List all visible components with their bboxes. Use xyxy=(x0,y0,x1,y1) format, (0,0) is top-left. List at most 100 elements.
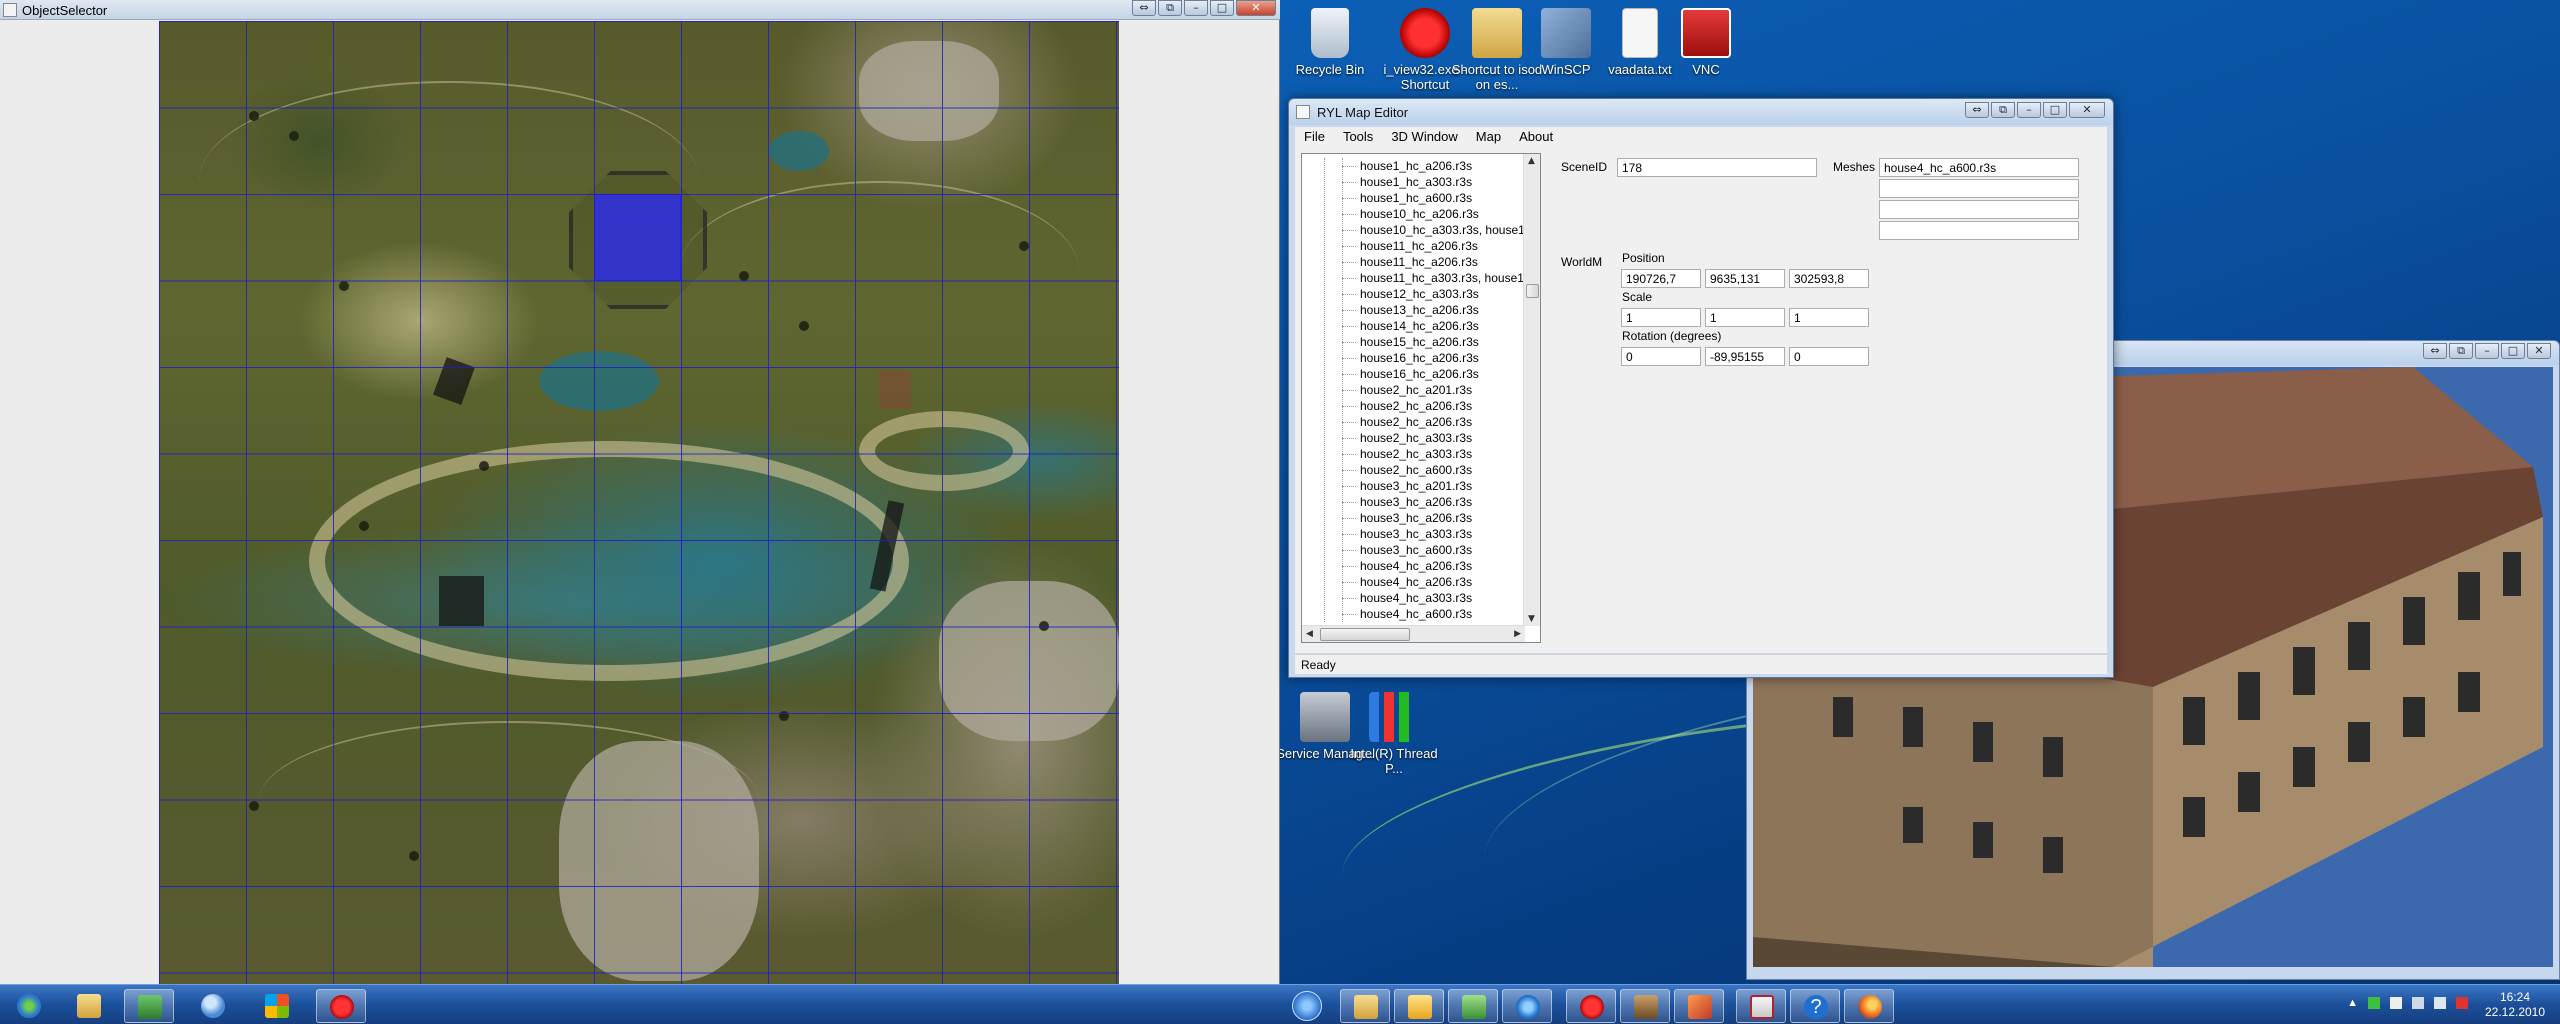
tree-item[interactable]: house15_hc_a206.r3s xyxy=(1302,334,1524,350)
pin-icon[interactable]: ⧉ xyxy=(1991,102,2015,118)
terrain-map[interactable] xyxy=(159,21,1119,984)
mesh-field-3[interactable] xyxy=(1879,200,2079,219)
menu-file[interactable]: File xyxy=(1295,127,1334,147)
scroll-left-icon[interactable]: ◀ xyxy=(1306,629,1313,639)
rotation-y-field[interactable]: -89,95155 xyxy=(1705,347,1785,366)
taskbar-users[interactable] xyxy=(188,989,238,1023)
scale-y-field[interactable]: 1 xyxy=(1705,308,1785,327)
tree-item[interactable]: house4_hc_a303.r3s xyxy=(1302,590,1524,606)
tree-item[interactable]: house11_hc_a206.r3s xyxy=(1302,254,1524,270)
taskbar-tools[interactable] xyxy=(1674,989,1724,1023)
taskbar-ie[interactable] xyxy=(1502,989,1552,1023)
taskbar-windows[interactable] xyxy=(252,989,302,1023)
tree-item[interactable]: house4_hc_a600.r3s xyxy=(1302,606,1524,622)
scroll-up-icon[interactable]: ▲ xyxy=(1528,156,1535,166)
tray-expand-icon[interactable]: ▲ xyxy=(2347,997,2358,1009)
object-selector-titlebar[interactable]: ObjectSelector ⇔ ⧉ – □ ✕ xyxy=(0,0,1280,20)
desktop-icon-recycle-bin[interactable]: Recycle Bin xyxy=(1280,8,1380,77)
tray-alert-icon[interactable] xyxy=(2456,997,2468,1009)
taskbar-firefox[interactable] xyxy=(1844,989,1894,1023)
taskbar-computer[interactable] xyxy=(124,989,174,1023)
tree-item[interactable]: house2_hc_a201.r3s xyxy=(1302,382,1524,398)
map-editor-window[interactable]: RYL Map Editor ⇔ ⧉ – □ ✕ File Tools 3D W… xyxy=(1288,98,2114,678)
tray-network-icon[interactable] xyxy=(2412,997,2424,1009)
start-button[interactable] xyxy=(4,989,54,1023)
scroll-thumb[interactable] xyxy=(1526,284,1539,298)
tree-item[interactable]: house3_hc_a206.r3s xyxy=(1302,494,1524,510)
mesh-field-2[interactable] xyxy=(1879,179,2079,198)
tree-item[interactable]: house2_hc_a303.r3s xyxy=(1302,446,1524,462)
scroll-down-icon[interactable]: ▼ xyxy=(1528,614,1535,624)
tree-vertical-scrollbar[interactable]: ▲ ▼ xyxy=(1523,154,1540,626)
minimize-icon[interactable]: – xyxy=(2017,102,2041,118)
taskbar-game[interactable] xyxy=(1620,989,1670,1023)
tree-item[interactable]: house3_hc_a201.r3s xyxy=(1302,478,1524,494)
close-icon[interactable]: ✕ xyxy=(2069,102,2105,118)
tree-item[interactable]: house10_hc_a303.r3s, house10_ xyxy=(1302,222,1524,238)
pin-icon[interactable]: ⧉ xyxy=(1158,0,1182,16)
tree-item[interactable]: house1_hc_a206.r3s xyxy=(1302,158,1524,174)
restore-icon[interactable]: ⇔ xyxy=(2423,343,2447,359)
scroll-thumb[interactable] xyxy=(1320,628,1410,641)
scale-z-field[interactable]: 1 xyxy=(1789,308,1869,327)
mesh-field-1[interactable]: house4_hc_a600.r3s xyxy=(1879,158,2079,177)
restore-icon[interactable]: ⇔ xyxy=(1965,102,1989,118)
tree-item[interactable]: house16_hc_a206.r3s xyxy=(1302,366,1524,382)
tree-item[interactable]: house11_hc_a303.r3s, house11_ xyxy=(1302,270,1524,286)
close-icon[interactable]: ✕ xyxy=(2527,343,2551,359)
start-button[interactable] xyxy=(1286,989,1328,1023)
tree-item[interactable]: house1_hc_a600.r3s xyxy=(1302,190,1524,206)
menu-3d-window[interactable]: 3D Window xyxy=(1382,127,1466,147)
taskbar-clock[interactable]: 16:24 22.12.2010 xyxy=(2480,990,2550,1020)
maximize-icon[interactable]: □ xyxy=(2043,102,2067,118)
taskbar-irfanview[interactable] xyxy=(1566,989,1616,1023)
tree-item[interactable]: house12_hc_a303.r3s xyxy=(1302,286,1524,302)
menu-map[interactable]: Map xyxy=(1467,127,1510,147)
tray-flag-icon[interactable] xyxy=(2390,997,2402,1009)
tree-item[interactable]: house3_hc_a600.r3s xyxy=(1302,542,1524,558)
tree-item[interactable]: house4_hc_a206.r3s xyxy=(1302,574,1524,590)
taskbar-network[interactable] xyxy=(1448,989,1498,1023)
maximize-icon[interactable]: □ xyxy=(1210,0,1234,16)
tree-item[interactable]: house16_hc_a206.r3s xyxy=(1302,350,1524,366)
menu-about[interactable]: About xyxy=(1510,127,1562,147)
tree-item[interactable]: house2_hc_a206.r3s xyxy=(1302,398,1524,414)
tray-volume-icon[interactable] xyxy=(2434,997,2446,1009)
taskbar-explorer[interactable] xyxy=(64,989,114,1023)
tree-item[interactable]: house13_hc_a206.r3s xyxy=(1302,302,1524,318)
desktop-icon-vnc[interactable]: VNC xyxy=(1656,8,1756,77)
taskbar-outlook[interactable] xyxy=(1394,989,1444,1023)
taskbar-help[interactable]: ? xyxy=(1790,989,1840,1023)
minimize-icon[interactable]: – xyxy=(2475,343,2499,359)
tree-item[interactable]: house1_hc_a303.r3s xyxy=(1302,174,1524,190)
desktop-icon-intel-thread-profiler[interactable]: Intel(R) Thread P... xyxy=(1344,692,1444,776)
restore-icon[interactable]: ⇔ xyxy=(1132,0,1156,16)
rotation-x-field[interactable]: 0 xyxy=(1621,347,1701,366)
position-x-field[interactable]: 190726,7 xyxy=(1621,269,1701,288)
maximize-icon[interactable]: □ xyxy=(2501,343,2525,359)
position-y-field[interactable]: 9635,131 xyxy=(1705,269,1785,288)
tree-item[interactable]: house10_hc_a206.r3s xyxy=(1302,206,1524,222)
taskbar-explorer[interactable] xyxy=(1340,989,1390,1023)
scene-id-field[interactable]: 178 xyxy=(1617,158,1817,177)
taskbar-irfanview[interactable] xyxy=(316,989,366,1023)
object-tree-view[interactable]: house1_hc_a206.r3s house1_hc_a303.r3s hous… xyxy=(1301,153,1541,643)
tree-item[interactable]: house14_hc_a206.r3s xyxy=(1302,318,1524,334)
tree-item[interactable]: house3_hc_a206.r3s xyxy=(1302,510,1524,526)
rotation-z-field[interactable]: 0 xyxy=(1789,347,1869,366)
map-editor-titlebar[interactable]: RYL Map Editor ⇔ ⧉ – □ ✕ xyxy=(1289,99,2113,125)
tree-horizontal-scrollbar[interactable]: ◀ ▶ xyxy=(1302,625,1525,642)
tree-item[interactable]: house11_hc_a206.r3s xyxy=(1302,238,1524,254)
object-selector-window[interactable]: ObjectSelector ⇔ ⧉ – □ ✕ xyxy=(0,0,1280,984)
taskbar-map-editor[interactable] xyxy=(1736,989,1786,1023)
tree-item[interactable]: house2_hc_a206.r3s xyxy=(1302,414,1524,430)
minimize-icon[interactable]: – xyxy=(1184,0,1208,16)
mesh-field-4[interactable] xyxy=(1879,221,2079,240)
tree-item[interactable]: house4_hc_a206.r3s xyxy=(1302,558,1524,574)
scroll-right-icon[interactable]: ▶ xyxy=(1514,629,1521,639)
tray-app-icon[interactable] xyxy=(2368,997,2380,1009)
tree-item[interactable]: house2_hc_a600.r3s xyxy=(1302,462,1524,478)
pin-icon[interactable]: ⧉ xyxy=(2449,343,2473,359)
tree-item[interactable]: house3_hc_a303.r3s xyxy=(1302,526,1524,542)
position-z-field[interactable]: 302593,8 xyxy=(1789,269,1869,288)
